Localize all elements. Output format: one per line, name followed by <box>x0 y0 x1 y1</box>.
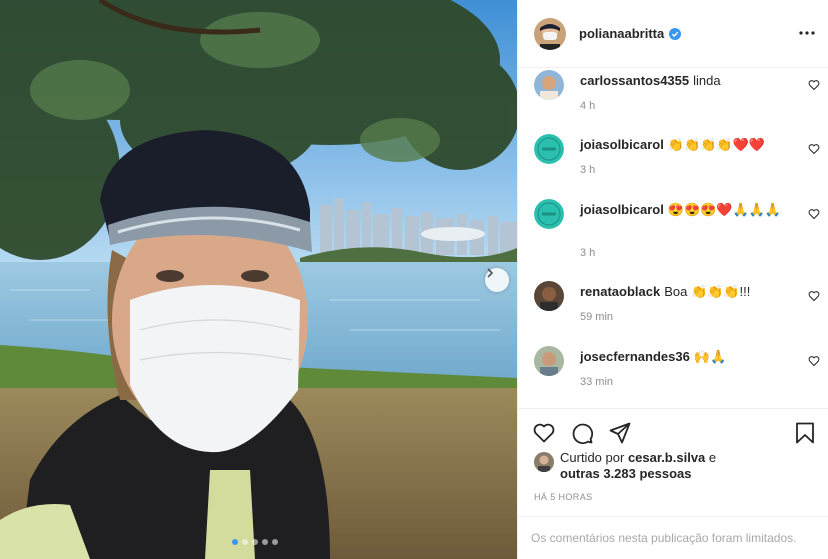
comment-emoji: 🙌🙏 <box>693 349 727 364</box>
carousel-dot <box>232 539 238 545</box>
commenter-avatar[interactable] <box>534 281 564 311</box>
avatar-image <box>534 199 564 229</box>
comment-body: joiasolbicarol 😍😍😍❤️🙏🙏🙏 <box>580 201 798 219</box>
share-direct-icon[interactable] <box>608 421 632 445</box>
ellipsis-icon <box>799 31 815 35</box>
comment-suffix: !!! <box>739 284 751 299</box>
post-photo[interactable] <box>0 0 517 559</box>
comment-body: joiasolbicarol 👏👏👏👏❤️❤️ <box>580 136 798 154</box>
comment-time: 3 h <box>580 247 596 259</box>
comment-time: 3 h <box>580 164 596 176</box>
comment-body: carlossantos4355 linda <box>580 72 798 90</box>
comment-time: 4 h <box>580 100 596 112</box>
more-options-button[interactable] <box>797 23 817 43</box>
like-comment-heart-icon[interactable] <box>808 355 820 367</box>
commenter-avatar[interactable] <box>534 134 564 164</box>
comment-emoji: 👏👏👏👏❤️❤️ <box>667 137 765 152</box>
comment-text: Boa <box>664 284 688 299</box>
comment-time: 33 min <box>580 376 614 388</box>
comment-bubble-icon[interactable] <box>570 421 594 445</box>
like-comment-heart-icon[interactable] <box>808 290 820 302</box>
comment-emoji: 👏👏👏 <box>690 284 740 299</box>
comment-username[interactable]: joiasolbicarol <box>580 202 664 217</box>
comment-text: linda <box>693 73 721 88</box>
like-comment-heart-icon[interactable] <box>808 208 820 220</box>
likes-others-link[interactable]: outras 3.283 pessoas <box>560 466 692 481</box>
post-header: polianaabritta <box>518 0 828 68</box>
like-comment-heart-icon[interactable] <box>808 143 820 155</box>
likes-prefix: Curtido por <box>560 450 625 465</box>
instagram-post-dialog: polianaabritta carlossantos4355 linda 4 … <box>0 0 828 559</box>
comment-username[interactable]: renataoblack <box>580 284 660 299</box>
liker-username[interactable]: cesar.b.silva <box>628 450 705 465</box>
avatar-image <box>534 281 564 311</box>
chevron-right-icon <box>487 268 494 278</box>
comment-body: renataoblack Boa 👏👏👏!!! <box>580 283 798 301</box>
likes-text: Curtido por cesar.b.silva e outras 3.283… <box>560 450 716 482</box>
author-avatar[interactable] <box>534 17 566 50</box>
comment-username[interactable]: joiasolbicarol <box>580 137 664 152</box>
author-username[interactable]: polianaabritta <box>579 26 664 41</box>
comment-emoji: 😍😍😍❤️🙏🙏🙏 <box>667 202 782 217</box>
likes-summary: Curtido por cesar.b.silva e outras 3.283… <box>534 450 824 482</box>
carousel-dot <box>262 539 268 545</box>
avatar-image <box>534 134 564 164</box>
avatar-image <box>534 17 566 50</box>
comment-username[interactable]: carlossantos4355 <box>580 73 689 88</box>
commenter-avatar[interactable] <box>534 199 564 229</box>
likes-conjunction: e <box>708 450 717 465</box>
carousel-dot <box>252 539 258 545</box>
comment-body: josecfernandes36 🙌🙏 <box>580 348 798 366</box>
carousel-dot <box>272 539 278 545</box>
bookmark-save-icon[interactable] <box>793 421 817 445</box>
verified-badge-icon <box>669 27 682 40</box>
liker-avatar[interactable] <box>534 452 554 472</box>
post-side-panel: polianaabritta carlossantos4355 linda 4 … <box>517 0 828 559</box>
comments-limited-notice: Os comentários nesta publicação foram li… <box>518 516 828 559</box>
comments-list[interactable]: carlossantos4355 linda 4 h joiasolbicaro… <box>518 68 828 408</box>
comment-time: 59 min <box>580 311 614 323</box>
posted-time[interactable]: HÁ 5 HORAS <box>534 492 593 502</box>
avatar-image <box>534 346 564 376</box>
carousel-indicators <box>232 539 278 545</box>
carousel-dot <box>242 539 248 545</box>
avatar-image <box>534 70 564 100</box>
commenter-avatar[interactable] <box>534 346 564 376</box>
selfie-park-image <box>0 0 517 559</box>
commenter-avatar[interactable] <box>534 70 564 100</box>
next-slide-button[interactable] <box>485 268 509 292</box>
like-comment-heart-icon[interactable] <box>808 79 820 91</box>
avatar-image <box>534 452 554 472</box>
heart-icon[interactable] <box>532 421 556 445</box>
comment-username[interactable]: josecfernandes36 <box>580 349 690 364</box>
post-actions-bar <box>518 408 828 448</box>
